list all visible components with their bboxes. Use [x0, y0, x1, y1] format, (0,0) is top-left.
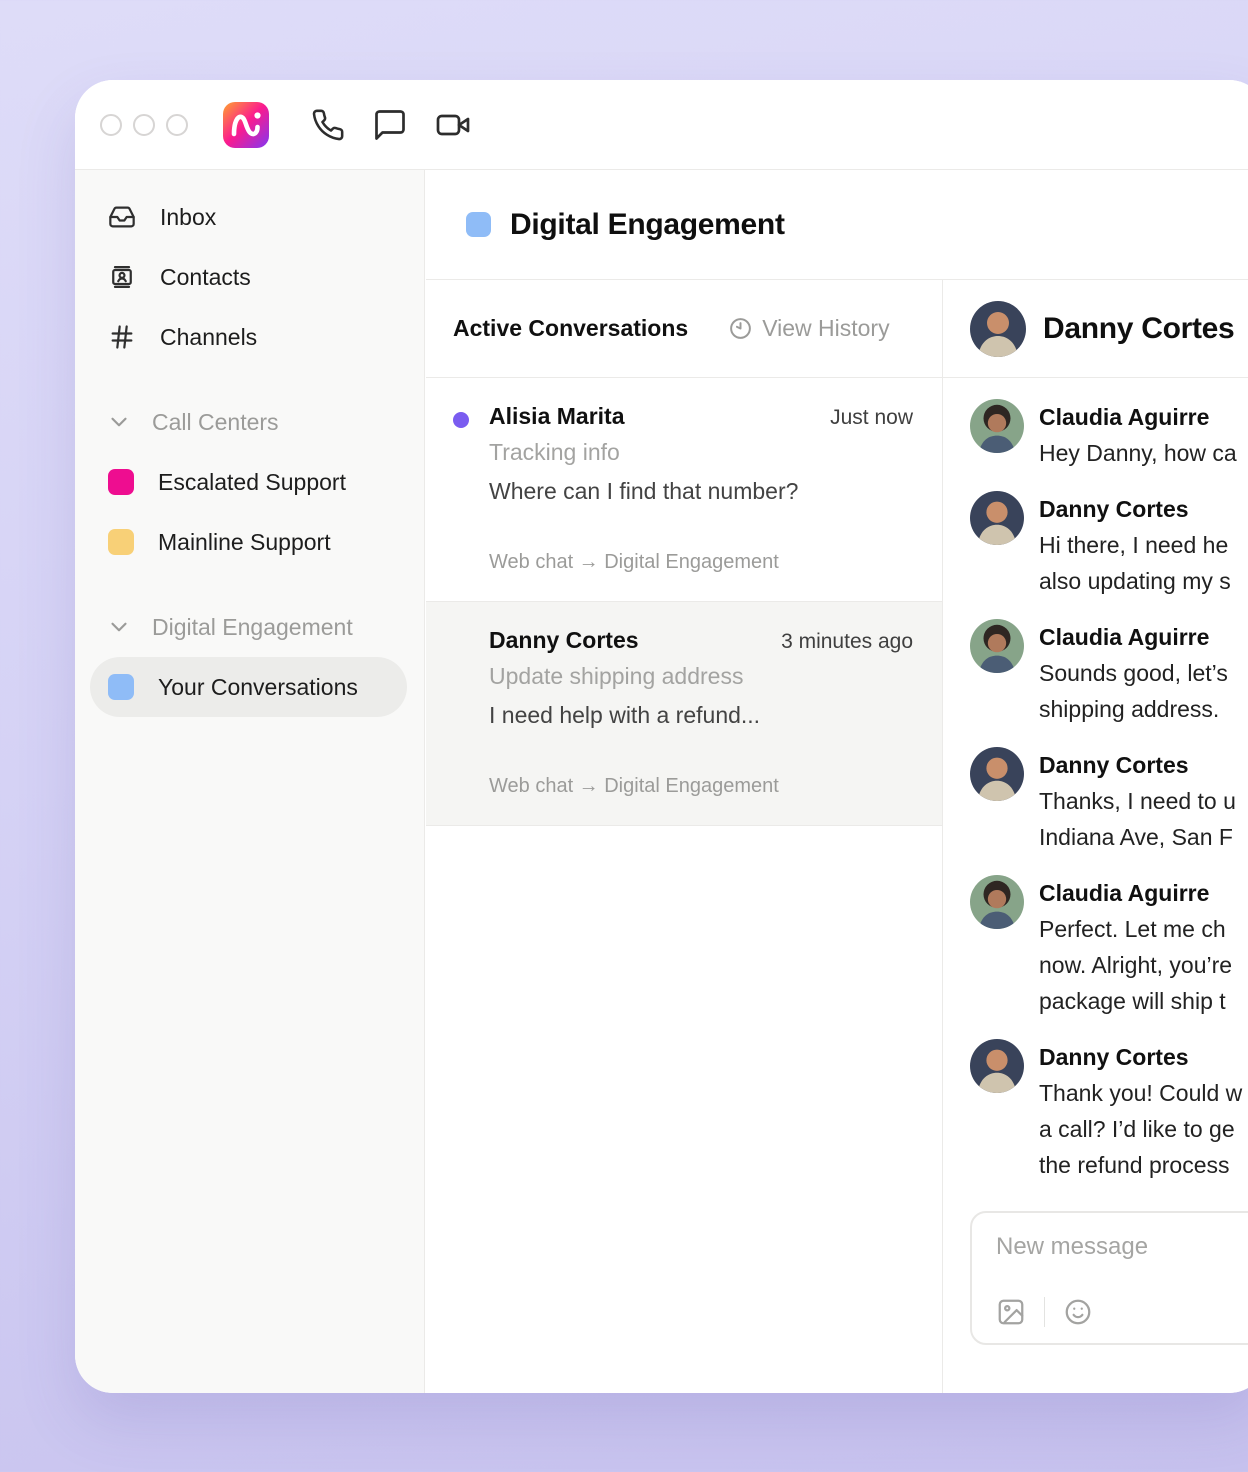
message-line: Perfect. Let me ch: [1039, 911, 1232, 947]
chevron-down-icon: [106, 614, 132, 640]
window-control[interactable]: [100, 114, 122, 136]
escalated-support-swatch: [108, 469, 134, 495]
sidebar: Inbox Contacts Channels: [75, 170, 425, 1393]
divider: [1044, 1297, 1045, 1327]
sidebar-group-call-centers[interactable]: Call Centers: [75, 392, 424, 452]
message-line: Indiana Ave, San F: [1039, 819, 1236, 855]
message-author: Claudia Aguirre: [1039, 619, 1228, 655]
conversation-item[interactable]: Alisia Marita Just now Tracking info Whe…: [426, 378, 942, 602]
conversation-subject: Tracking info: [489, 439, 913, 466]
clock-icon: [728, 316, 753, 341]
message-line: a call? I’d like to ge: [1039, 1111, 1242, 1147]
message-author: Danny Cortes: [1039, 747, 1236, 783]
app-logo-icon: [223, 102, 269, 148]
message-line: Thank you! Could w: [1039, 1075, 1242, 1111]
sidebar-item-your-conversations[interactable]: Your Conversations: [90, 657, 407, 717]
message-line: Thanks, I need to u: [1039, 783, 1236, 819]
message-author: Danny Cortes: [1039, 1039, 1242, 1075]
conversation-preview: Where can I find that number?: [489, 478, 913, 505]
conversation-time: 3 minutes ago: [781, 630, 913, 654]
message-line: also updating my s: [1039, 563, 1231, 599]
sidebar-item-contacts[interactable]: Contacts: [75, 247, 424, 307]
conversation-list: Active Conversations View History Alisia…: [426, 280, 943, 1393]
page-title: Digital Engagement: [510, 208, 785, 242]
message-line: Hey Danny, how ca: [1039, 435, 1237, 471]
digital-engagement-swatch: [466, 212, 491, 237]
chat-message: Claudia Aguirre Perfect. Let me ch now. …: [970, 875, 1248, 1019]
avatar: [970, 747, 1024, 801]
sidebar-item-escalated-support[interactable]: Escalated Support: [75, 452, 424, 512]
sidebar-group-label: Digital Engagement: [152, 614, 353, 641]
message-line: now. Alright, you’re: [1039, 947, 1232, 983]
attach-image-button[interactable]: [996, 1297, 1026, 1327]
app-window: Inbox Contacts Channels: [75, 80, 1248, 1393]
chat-message: Claudia Aguirre Sounds good, let’s shipp…: [970, 619, 1248, 727]
phone-icon[interactable]: [311, 108, 345, 142]
page-header: Digital Engagement: [426, 170, 1248, 280]
conversation-item[interactable]: Danny Cortes 3 minutes ago Update shippi…: [426, 602, 942, 826]
chat-message: Claudia Aguirre Hey Danny, how ca: [970, 399, 1248, 471]
unread-dot: [453, 412, 469, 428]
sidebar-item-label: Channels: [160, 324, 257, 351]
chat-title: Danny Cortes: [1043, 312, 1234, 346]
sidebar-item-label: Inbox: [160, 204, 216, 231]
titlebar: [75, 80, 1248, 170]
chat-message: Danny Cortes Thank you! Could w a call? …: [970, 1039, 1248, 1183]
sidebar-item-label: Your Conversations: [158, 674, 358, 701]
conversation-name: Danny Cortes: [489, 627, 781, 654]
message-line: package will ship t: [1039, 983, 1232, 1019]
avatar: [970, 619, 1024, 673]
conversation-route: Web chat → Digital Engagement: [489, 775, 913, 798]
chat-icon[interactable]: [372, 107, 408, 143]
sidebar-group-digital-engagement[interactable]: Digital Engagement: [75, 597, 424, 657]
message-author: Claudia Aguirre: [1039, 399, 1237, 435]
conversation-route: Web chat → Digital Engagement: [489, 551, 913, 574]
sidebar-item-channels[interactable]: Channels: [75, 307, 424, 367]
avatar: [970, 301, 1026, 357]
message-composer[interactable]: New message: [970, 1211, 1248, 1345]
message-list: Claudia Aguirre Hey Danny, how ca: [943, 378, 1248, 1183]
message-line: Hi there, I need he: [1039, 527, 1231, 563]
sidebar-item-label: Contacts: [160, 264, 251, 291]
hash-icon: [108, 323, 136, 351]
window-control[interactable]: [166, 114, 188, 136]
view-history-button[interactable]: View History: [762, 315, 889, 342]
chat-panel: Danny Cortes Claud: [943, 280, 1248, 1393]
message-line: shipping address.: [1039, 691, 1228, 727]
video-icon[interactable]: [435, 107, 471, 143]
message-author: Danny Cortes: [1039, 491, 1231, 527]
your-conversations-swatch: [108, 674, 134, 700]
message-author: Claudia Aguirre: [1039, 875, 1232, 911]
avatar: [970, 875, 1024, 929]
inbox-icon: [108, 203, 136, 231]
avatar: [970, 1039, 1024, 1093]
new-message-input[interactable]: New message: [996, 1233, 1248, 1261]
message-line: Sounds good, let’s: [1039, 655, 1228, 691]
sidebar-item-label: Mainline Support: [158, 529, 331, 556]
conversation-name: Alisia Marita: [489, 403, 830, 430]
sidebar-item-label: Escalated Support: [158, 469, 346, 496]
chat-message: Danny Cortes Hi there, I need he also up…: [970, 491, 1248, 599]
contact-card-icon: [108, 263, 136, 291]
conversation-list-header: Active Conversations View History: [426, 280, 942, 378]
conversation-subject: Update shipping address: [489, 663, 913, 690]
avatar: [970, 399, 1024, 453]
chat-header: Danny Cortes: [943, 280, 1248, 378]
message-line: the refund process: [1039, 1147, 1242, 1183]
avatar: [970, 491, 1024, 545]
sidebar-group-label: Call Centers: [152, 409, 279, 436]
sidebar-item-mainline-support[interactable]: Mainline Support: [75, 512, 424, 572]
mainline-support-swatch: [108, 529, 134, 555]
chat-message: Danny Cortes Thanks, I need to u Indiana…: [970, 747, 1248, 855]
window-control[interactable]: [133, 114, 155, 136]
sidebar-item-inbox[interactable]: Inbox: [75, 187, 424, 247]
emoji-button[interactable]: [1063, 1297, 1093, 1327]
conversation-time: Just now: [830, 406, 913, 430]
conversation-preview: I need help with a refund...: [489, 702, 913, 729]
chevron-down-icon: [106, 409, 132, 435]
conversation-list-title: Active Conversations: [453, 315, 688, 342]
main-area: Digital Engagement Active Conversations …: [426, 170, 1248, 1393]
